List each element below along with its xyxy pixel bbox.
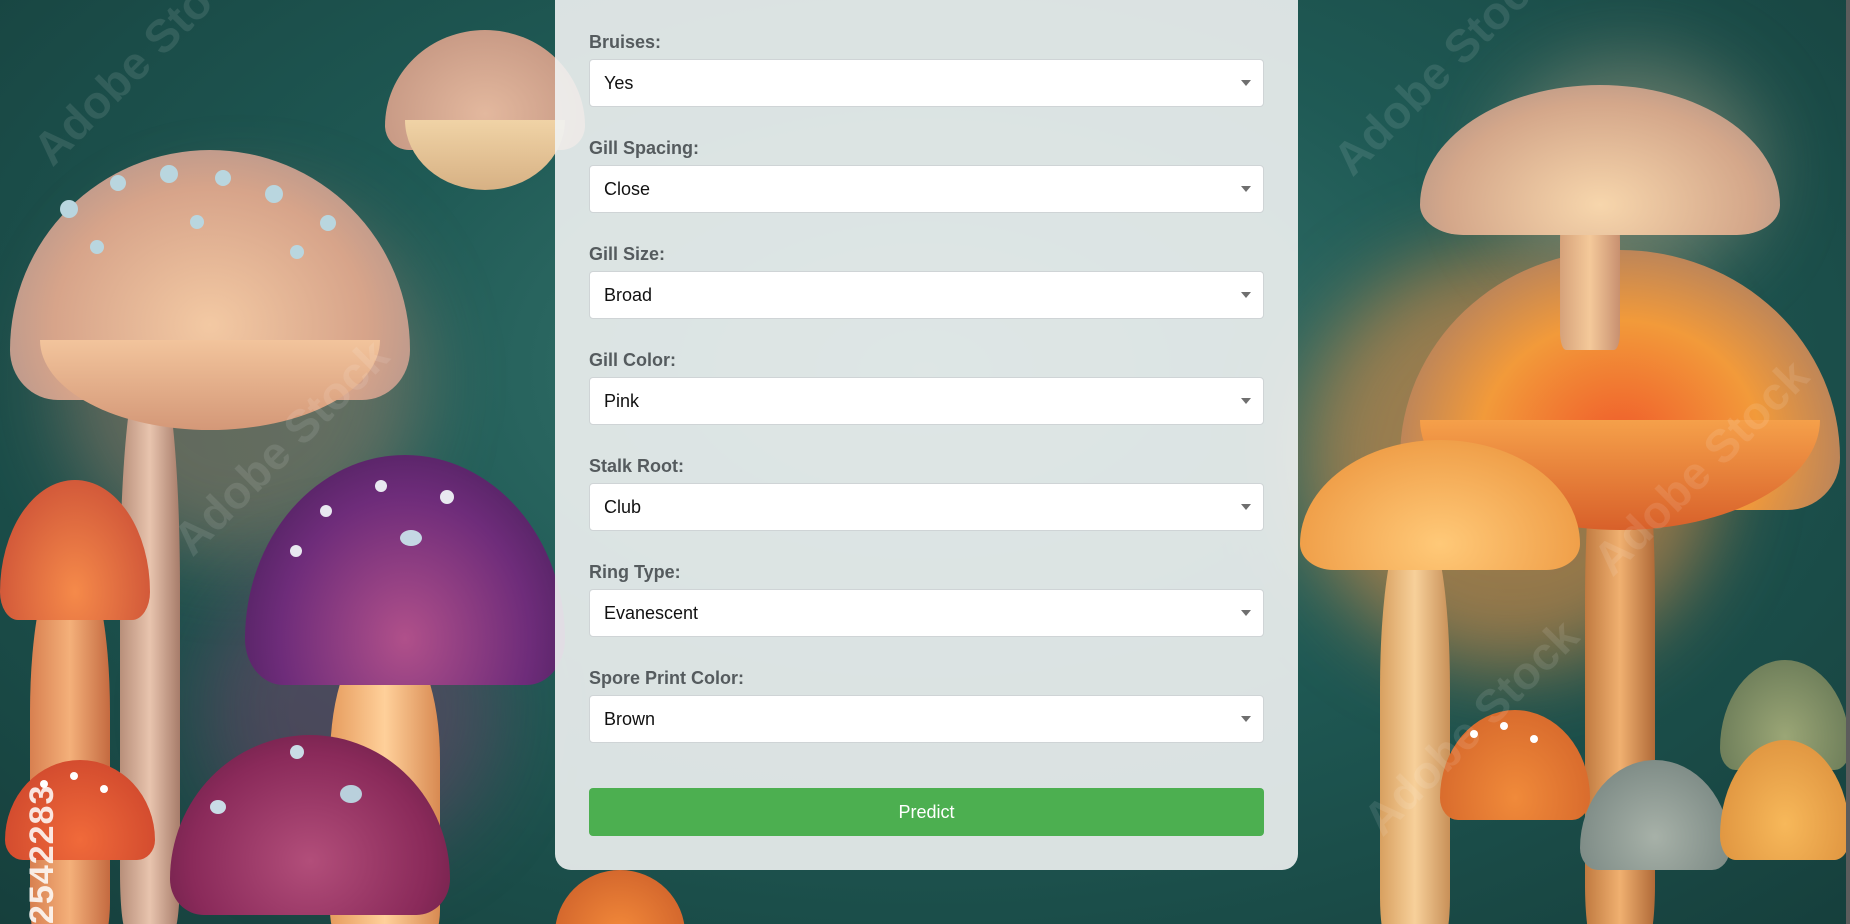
field-select[interactable]: Evanescent [589, 589, 1264, 637]
field-select[interactable]: Club [589, 483, 1264, 531]
field-select[interactable]: Brown [589, 695, 1264, 743]
field-label: Bruises: [589, 32, 662, 52]
field-label: Ring Type: [589, 562, 681, 582]
window-edge [1846, 0, 1850, 924]
field-label: Gill Size: [589, 244, 666, 264]
select-value: Club [604, 497, 642, 517]
field-label: Gill Spacing: [589, 138, 700, 158]
predict-button[interactable]: Predict [589, 788, 1264, 836]
chevron-down-icon [1241, 80, 1251, 86]
select-value: Pink [604, 391, 640, 411]
field-select[interactable]: Close [589, 165, 1264, 213]
chevron-down-icon [1241, 292, 1251, 298]
select-value: Evanescent [604, 603, 699, 623]
select-value: Broad [604, 285, 653, 305]
field-select[interactable]: Broad [589, 271, 1264, 319]
chevron-down-icon [1241, 186, 1251, 192]
chevron-down-icon [1241, 610, 1251, 616]
watermark-text: Adobe Stock [22, 0, 259, 175]
select-value: Brown [604, 709, 656, 729]
field-select[interactable]: Pink [589, 377, 1264, 425]
select-value: Yes [604, 73, 634, 93]
watermark-id: 2542283 [23, 784, 61, 924]
field-select[interactable]: Yes [589, 59, 1264, 107]
chevron-down-icon [1241, 716, 1251, 722]
page-background: Adobe Stock Adobe Stock Adobe Stock Adob… [0, 0, 1850, 924]
chevron-down-icon [1241, 398, 1251, 404]
field-label: Gill Color: [589, 350, 676, 370]
select-value: Close [604, 179, 651, 199]
chevron-down-icon [1241, 504, 1251, 510]
prediction-form-panel: Bruises: Yes Gill Spacing: Close Gill Size: B… [555, 0, 1298, 870]
field-label: Spore Print Color: [589, 668, 745, 688]
field-label: Stalk Root: [589, 456, 685, 476]
